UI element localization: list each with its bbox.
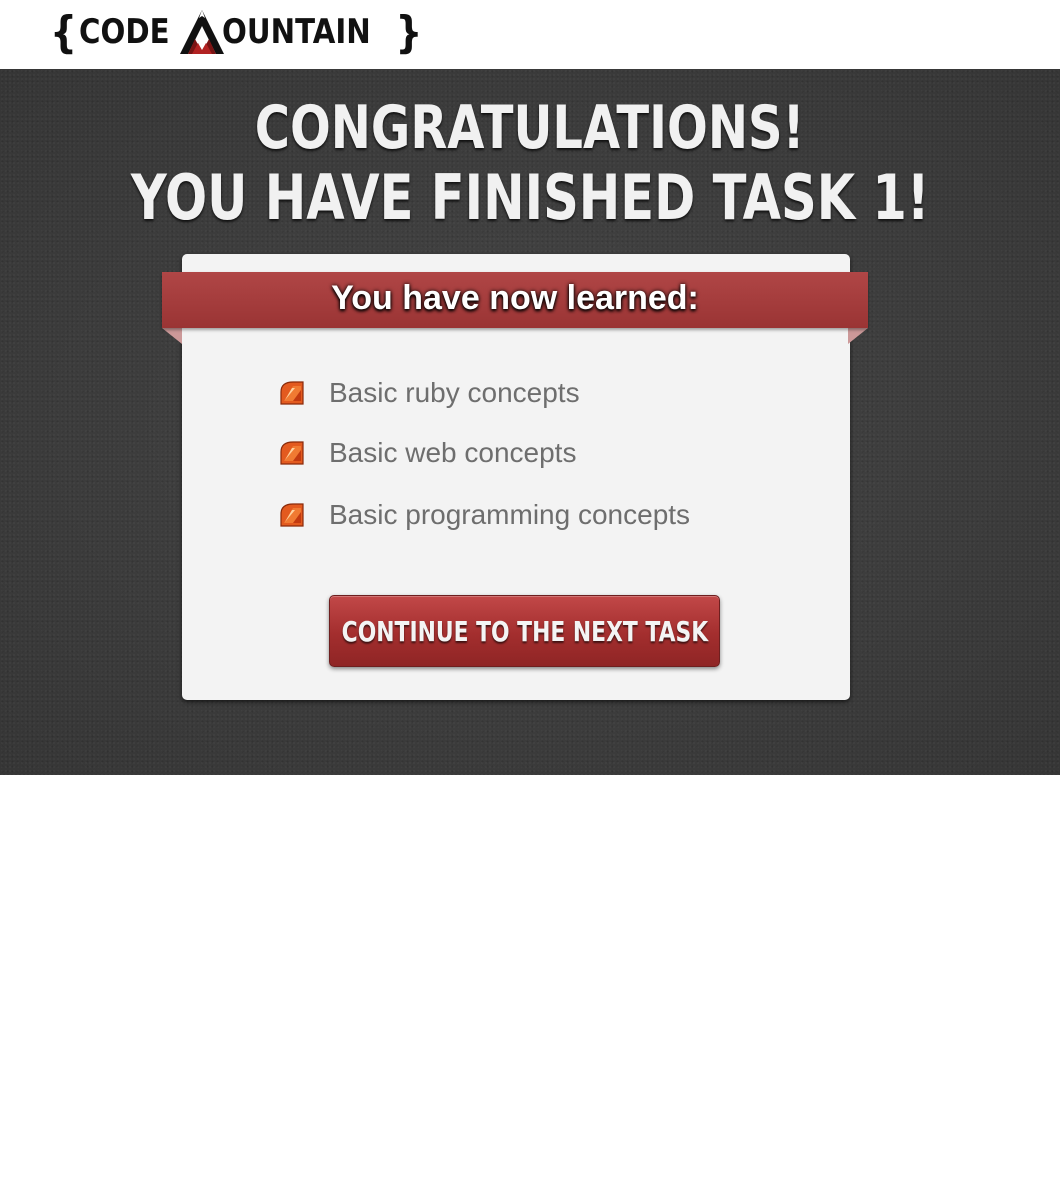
ruby-gem-icon bbox=[279, 380, 305, 406]
ruby-gem-icon bbox=[279, 440, 305, 466]
top-bar: { CODE OUNTAIN } bbox=[0, 0, 1060, 69]
headline-line2-text: YOU HAVE FINISHED TASK 1! bbox=[130, 161, 930, 234]
logo-text-ountain: OUNTAIN bbox=[222, 12, 372, 52]
logo-text-code: CODE bbox=[79, 12, 170, 52]
mountain-m-icon bbox=[178, 6, 228, 58]
list-item-label: Basic ruby concepts bbox=[329, 377, 580, 408]
completion-hero: CONGRATULATIONS! YOU HAVE FINISHED TASK … bbox=[0, 69, 1060, 775]
list-item: Basic ruby concepts bbox=[279, 375, 580, 411]
list-item: Basic programming concepts bbox=[279, 497, 690, 533]
headline-congratulations: CONGRATULATIONS! bbox=[0, 96, 1060, 160]
learned-ribbon: You have now learned: bbox=[162, 272, 868, 328]
code-mountain-logo[interactable]: { CODE OUNTAIN } bbox=[50, 6, 422, 58]
list-item-label: Basic web concepts bbox=[329, 437, 577, 468]
headline-task-finished: YOU HAVE FINISHED TASK 1! bbox=[0, 165, 1060, 231]
ribbon-fold-left bbox=[162, 328, 182, 344]
logo-brace-close: } bbox=[395, 6, 423, 58]
logo-brace-open: { bbox=[50, 6, 78, 58]
list-item: Basic web concepts bbox=[279, 435, 576, 471]
continue-button-label: CONTINUE TO THE NEXT TASK bbox=[341, 614, 708, 648]
ribbon-title: You have now learned: bbox=[331, 279, 699, 317]
ribbon-fold-right bbox=[848, 328, 868, 344]
ruby-gem-icon bbox=[279, 502, 305, 528]
list-item-label: Basic programming concepts bbox=[329, 499, 691, 530]
headline-line1-text: CONGRATULATIONS! bbox=[255, 93, 805, 163]
continue-next-task-button[interactable]: CONTINUE TO THE NEXT TASK bbox=[329, 595, 720, 667]
